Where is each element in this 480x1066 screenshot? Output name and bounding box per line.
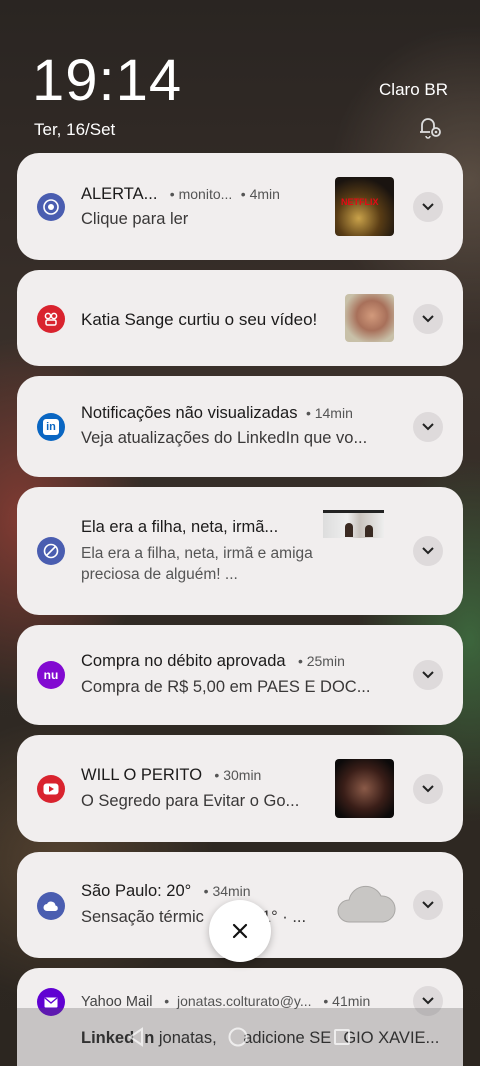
date: Ter, 16/Set <box>34 120 116 139</box>
expand-button[interactable] <box>413 412 443 442</box>
expand-button[interactable] <box>413 304 443 334</box>
notification-settings-icon[interactable] <box>416 112 444 140</box>
notification-title: Notificações não visualizadas <box>81 404 298 422</box>
chevron-down-icon <box>422 671 434 679</box>
notification-time: 25min <box>306 653 345 669</box>
notification-time: 30min <box>223 767 262 783</box>
kwai-icon <box>37 305 65 333</box>
home-icon[interactable] <box>227 1026 249 1048</box>
chevron-down-icon <box>422 785 434 793</box>
browser-icon <box>37 537 65 565</box>
chevron-down-icon <box>422 997 434 1005</box>
cloud-icon <box>337 885 396 923</box>
chevron-down-icon <box>422 315 434 323</box>
news-thumbnail <box>323 510 384 538</box>
notification-body: Compra de R$ 5,00 em PAES E DOC... <box>81 678 371 696</box>
notification-source: monito... <box>178 186 233 202</box>
expand-button[interactable] <box>413 660 443 690</box>
notification-card[interactable]: Ela era a filha, neta, irmã... Ela era a… <box>17 487 463 615</box>
notification-title: São Paulo: 20° <box>81 882 192 900</box>
recents-icon[interactable] <box>331 1026 353 1048</box>
chevron-down-icon <box>422 901 434 909</box>
expand-button[interactable] <box>413 536 443 566</box>
lockscreen-header: 19:14 Ter, 16/Set Claro BR <box>0 0 480 150</box>
notification-title-line: ALERTA... • monito... • 4min <box>81 185 280 203</box>
notification-card[interactable]: ALERTA... • monito... • 4min Clique para… <box>17 153 463 260</box>
chevron-down-icon <box>422 547 434 555</box>
notification-time: 14min <box>314 405 353 421</box>
notification-source: jonatas.colturato@y... <box>176 993 312 1009</box>
notification-title-line: São Paulo: 20° • 34min <box>81 882 251 900</box>
nubank-icon: nu <box>37 661 65 689</box>
notification-card[interactable]: in Notificações não visualizadas • 14min… <box>17 376 463 477</box>
face-thumbnail <box>345 294 394 342</box>
chevron-down-icon <box>422 423 434 431</box>
notification-title: Katia Sange curtiu o seu vídeo! <box>81 310 318 329</box>
notification-card[interactable]: WILL O PERITO • 30min O Segredo para Evi… <box>17 735 463 842</box>
linkedin-icon: in <box>37 413 65 441</box>
video-thumbnail <box>335 759 394 818</box>
notification-body: Clique para ler <box>81 210 189 228</box>
chevron-down-icon <box>422 203 434 211</box>
carrier-name: Claro BR <box>379 80 448 99</box>
notification-title: Compra no débito aprovada <box>81 652 286 670</box>
notification-body: Sensação térmic 1° · ... <box>81 908 307 926</box>
notification-title-line: Notificações não visualizadas • 14min <box>81 404 353 422</box>
back-icon[interactable] <box>125 1026 147 1048</box>
notification-title-line: Compra no débito aprovada • 25min <box>81 652 345 670</box>
notification-time: 4min <box>249 186 280 202</box>
expand-button[interactable] <box>413 774 443 804</box>
expand-button[interactable] <box>413 890 443 920</box>
notification-time: 34min <box>212 883 251 899</box>
netflix-thumbnail: NETFLIX <box>335 177 394 236</box>
notification-card[interactable]: Katia Sange curtiu o seu vídeo! <box>17 270 463 366</box>
notification-body: Ela era a filha, neta, irmã e amiga prec… <box>81 545 313 583</box>
clock: 19:14 <box>32 48 183 113</box>
youtube-icon <box>37 775 65 803</box>
expand-button[interactable] <box>413 192 443 222</box>
notification-card[interactable]: nu Compra no débito aprovada • 25min Com… <box>17 625 463 725</box>
navigation-bar <box>17 1008 463 1066</box>
close-icon <box>232 923 248 939</box>
notification-title-line: WILL O PERITO • 30min <box>81 766 262 784</box>
notification-title: ALERTA... <box>81 185 158 203</box>
notification-body: Veja atualizações do LinkedIn que vo... <box>81 429 368 447</box>
notification-title: Ela era a filha, neta, irmã... <box>81 518 279 536</box>
chrome-icon <box>37 193 65 221</box>
notification-time: 41min <box>332 993 371 1009</box>
notification-body: O Segredo para Evitar o Go... <box>81 792 300 810</box>
weather-icon <box>37 892 65 920</box>
notification-title: WILL O PERITO <box>81 766 203 784</box>
clear-notifications-button[interactable] <box>209 900 271 962</box>
